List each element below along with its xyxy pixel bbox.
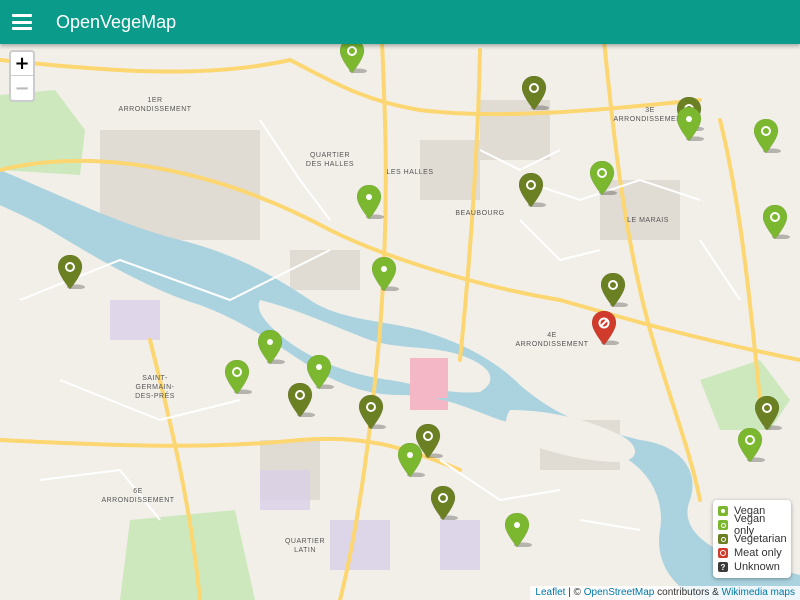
legend-label: Unknown (734, 561, 780, 573)
legend-item-unknown: ? Unknown (718, 560, 786, 574)
legend: Vegan Vegan only Vegetarian Meat only ? … (713, 500, 791, 578)
marker-vegan-only-icon[interactable] (340, 39, 367, 73)
marker-meat-only-icon[interactable] (592, 311, 619, 345)
vegan-only-swatch-icon (718, 520, 728, 530)
marker-vegan-only-icon[interactable] (225, 360, 252, 394)
park-luxembourg (120, 510, 255, 600)
zoom-in-button[interactable]: + (11, 52, 33, 76)
marker-vegetarian-icon[interactable] (601, 273, 628, 307)
marker-vegetarian-icon[interactable] (58, 255, 85, 289)
map-attribution: Leaflet | © OpenStreetMap contributors &… (530, 586, 800, 600)
legend-label: Vegetarian (734, 533, 787, 545)
district-label: LE MARAIS (627, 217, 669, 224)
legend-item-vegetarian: Vegetarian (718, 532, 787, 546)
zoom-out-button[interactable]: − (11, 76, 33, 100)
district-label: BEAUBOURG (455, 210, 504, 217)
map-tiles[interactable]: 1ER ARRONDISSEMENTQUARTIER DES HALLESLES H… (0, 0, 800, 600)
vegetarian-swatch-icon (718, 534, 728, 544)
marker-vegan-only-icon[interactable] (590, 161, 617, 195)
app-bar: OpenVegeMap (0, 0, 800, 44)
openstreetmap-link[interactable]: OpenStreetMap (584, 587, 655, 598)
marker-vegetarian-icon[interactable] (755, 396, 782, 430)
attribution-separator: | © (568, 587, 581, 598)
marker-vegetarian-icon[interactable] (416, 424, 443, 458)
legend-label: Meat only (734, 547, 782, 559)
vegan-swatch-icon (718, 506, 728, 516)
marker-vegan-only-icon[interactable] (754, 119, 781, 153)
hamburger-menu-icon[interactable] (12, 14, 32, 30)
meat-only-swatch-icon (718, 548, 728, 558)
district-label: LES HALLES (386, 169, 433, 176)
marker-vegan-only-icon[interactable] (738, 428, 765, 462)
marker-vegetarian-icon[interactable] (359, 395, 386, 429)
map-view[interactable]: 1ER ARRONDISSEMENT QUARTIER DES HALLES LES H… (0, 0, 800, 600)
legend-item-vegan-only: Vegan only (718, 513, 786, 537)
wikimedia-maps-link[interactable]: Wikimedia maps (722, 587, 795, 598)
marker-vegan-icon[interactable] (258, 330, 285, 364)
legend-item-meat-only: Meat only (718, 546, 786, 560)
app-title: OpenVegeMap (56, 11, 177, 32)
marker-vegan-icon[interactable] (372, 257, 399, 291)
marker-vegetarian-icon[interactable] (522, 76, 549, 110)
marker-vegetarian-icon[interactable] (519, 173, 546, 207)
marker-vegan-only-icon[interactable] (763, 205, 790, 239)
zoom-control: + − (9, 50, 35, 102)
marker-vegetarian-icon[interactable] (288, 383, 315, 417)
marker-vegan-icon[interactable] (505, 513, 532, 547)
leaflet-link[interactable]: Leaflet (535, 587, 565, 598)
unknown-swatch-icon: ? (718, 562, 728, 572)
attribution-contributors: contributors & (657, 587, 719, 598)
marker-vegetarian-icon[interactable] (431, 486, 458, 520)
marker-vegan-icon[interactable] (357, 185, 384, 219)
marker-vegan-icon[interactable] (677, 107, 704, 141)
